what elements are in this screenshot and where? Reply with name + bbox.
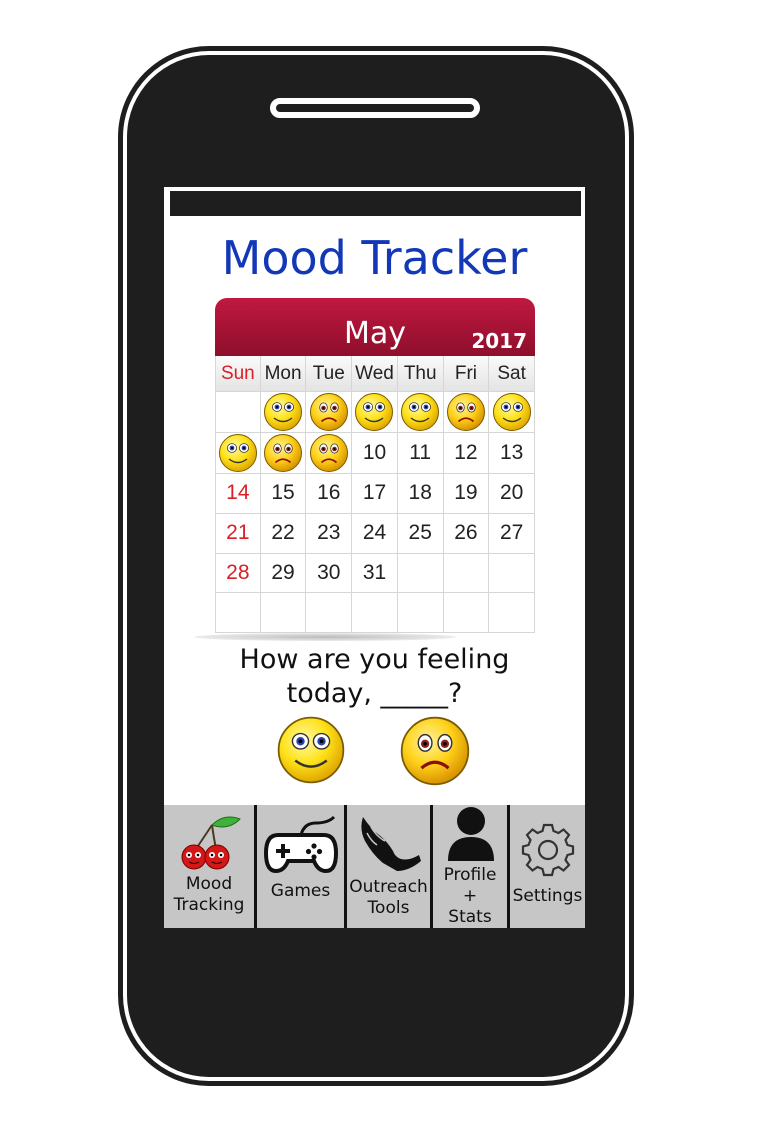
nav-games[interactable]: Games xyxy=(257,805,347,928)
calendar-day[interactable]: 23 xyxy=(306,513,353,554)
weekday-header: Mon xyxy=(260,356,307,392)
mood-calendar: May 2017 Sun Mon Tue Wed Thu Fri Sat 10 11 12 13 14… xyxy=(215,298,535,633)
nav-outreach-tools[interactable]: Outreach Tools xyxy=(347,805,433,928)
calendar-shadow xyxy=(194,633,456,641)
nav-label-settings: Settings xyxy=(512,886,583,906)
calendar-empty-cell xyxy=(306,593,353,633)
calendar-empty-cell xyxy=(443,593,490,633)
status-bar xyxy=(170,191,581,216)
calendar-day[interactable]: 20 xyxy=(489,474,535,514)
nav-label-outreach-tools: Outreach Tools xyxy=(349,877,428,918)
gamepad-icon xyxy=(264,815,338,874)
calendar-day-mood[interactable] xyxy=(489,392,535,433)
calendar-day[interactable]: 19 xyxy=(443,474,490,514)
calendar-empty-cell xyxy=(352,593,398,633)
calendar-day[interactable]: 28 xyxy=(215,553,261,594)
gear-icon xyxy=(521,823,575,877)
calendar-day[interactable]: 26 xyxy=(443,513,490,554)
nav-label-profile-stats: Profile + Stats xyxy=(443,865,497,927)
calendar-empty-cell xyxy=(397,593,444,633)
calendar-day[interactable]: 15 xyxy=(260,474,307,514)
calendar-empty-cell xyxy=(215,392,261,433)
sad-mood-button[interactable] xyxy=(399,715,471,791)
happy-face-icon xyxy=(492,392,532,432)
nav-label-games: Games xyxy=(270,881,331,901)
sad-face-icon xyxy=(309,433,349,473)
calendar-empty-cell xyxy=(397,553,444,594)
calendar-empty-cell xyxy=(489,553,535,594)
calendar-day-mood[interactable] xyxy=(397,392,444,433)
calendar-empty-cell xyxy=(260,593,307,633)
nav-settings[interactable]: Settings xyxy=(510,805,585,928)
calendar-grid: Sun Mon Tue Wed Thu Fri Sat 10 11 12 13 14 15 16 17 18 1… xyxy=(215,356,535,633)
mood-question-line1: How are you feeling xyxy=(239,644,510,675)
sad-face-icon xyxy=(309,392,349,432)
calendar-day[interactable]: 22 xyxy=(260,513,307,554)
weekday-header: Thu xyxy=(397,356,444,392)
calendar-header: May 2017 xyxy=(215,298,535,356)
calendar-day-mood[interactable] xyxy=(443,392,490,433)
cherry-icon xyxy=(181,816,241,870)
calendar-empty-cell xyxy=(489,593,535,633)
mood-question: How are you feeling today, _____? xyxy=(164,643,585,711)
weekday-header: Sat xyxy=(489,356,535,392)
sad-face-icon xyxy=(263,433,303,473)
calendar-day[interactable]: 24 xyxy=(352,513,398,554)
calendar-day-mood[interactable] xyxy=(306,433,353,474)
calendar-day-mood[interactable] xyxy=(215,433,261,474)
calendar-empty-cell xyxy=(443,553,490,594)
nav-profile-stats[interactable]: Profile + Stats xyxy=(433,805,510,928)
calendar-day[interactable]: 21 xyxy=(215,513,261,554)
happy-face-icon xyxy=(400,392,440,432)
calendar-day-mood[interactable] xyxy=(352,392,398,433)
calendar-day[interactable]: 27 xyxy=(489,513,535,554)
happy-mood-button[interactable] xyxy=(276,715,346,789)
calendar-day-mood[interactable] xyxy=(260,433,307,474)
person-icon xyxy=(448,807,494,861)
calendar-day[interactable]: 18 xyxy=(397,474,444,514)
hand-icon xyxy=(361,817,421,871)
happy-face-icon xyxy=(276,715,346,785)
calendar-day[interactable]: 17 xyxy=(352,474,398,514)
weekday-header: Sun xyxy=(215,356,261,392)
calendar-day[interactable]: 10 xyxy=(352,433,398,474)
nav-mood-tracking[interactable]: Mood Tracking xyxy=(164,805,257,928)
mood-question-line2: today, _____? xyxy=(286,678,463,709)
calendar-day[interactable]: 12 xyxy=(443,433,490,474)
calendar-day[interactable]: 30 xyxy=(306,553,353,594)
calendar-empty-cell xyxy=(215,593,261,633)
calendar-day[interactable]: 14 xyxy=(215,474,261,514)
calendar-day-mood[interactable] xyxy=(306,392,353,433)
happy-face-icon xyxy=(218,433,258,473)
page-title: Mood Tracker xyxy=(221,231,528,285)
calendar-day[interactable]: 16 xyxy=(306,474,353,514)
calendar-year: 2017 xyxy=(471,329,527,353)
calendar-day-mood[interactable] xyxy=(260,392,307,433)
calendar-day[interactable]: 25 xyxy=(397,513,444,554)
happy-face-icon xyxy=(354,392,394,432)
sad-face-icon xyxy=(399,715,471,787)
calendar-day[interactable]: 13 xyxy=(489,433,535,474)
weekday-header: Tue xyxy=(306,356,353,392)
sad-face-icon xyxy=(446,392,486,432)
weekday-header: Fri xyxy=(443,356,490,392)
nav-label-mood-tracking: Mood Tracking xyxy=(173,874,245,915)
happy-face-icon xyxy=(263,392,303,432)
weekday-header: Wed xyxy=(352,356,398,392)
phone-speaker xyxy=(270,98,480,118)
calendar-day[interactable]: 31 xyxy=(352,553,398,594)
calendar-day[interactable]: 11 xyxy=(397,433,444,474)
app-screen: Mood Tracker May 2017 Sun Mon Tue Wed Thu Fri… xyxy=(164,187,585,928)
calendar-day[interactable]: 29 xyxy=(260,553,307,594)
bottom-nav: Mood Tracking Games Outreach Tools Profi… xyxy=(164,805,585,928)
